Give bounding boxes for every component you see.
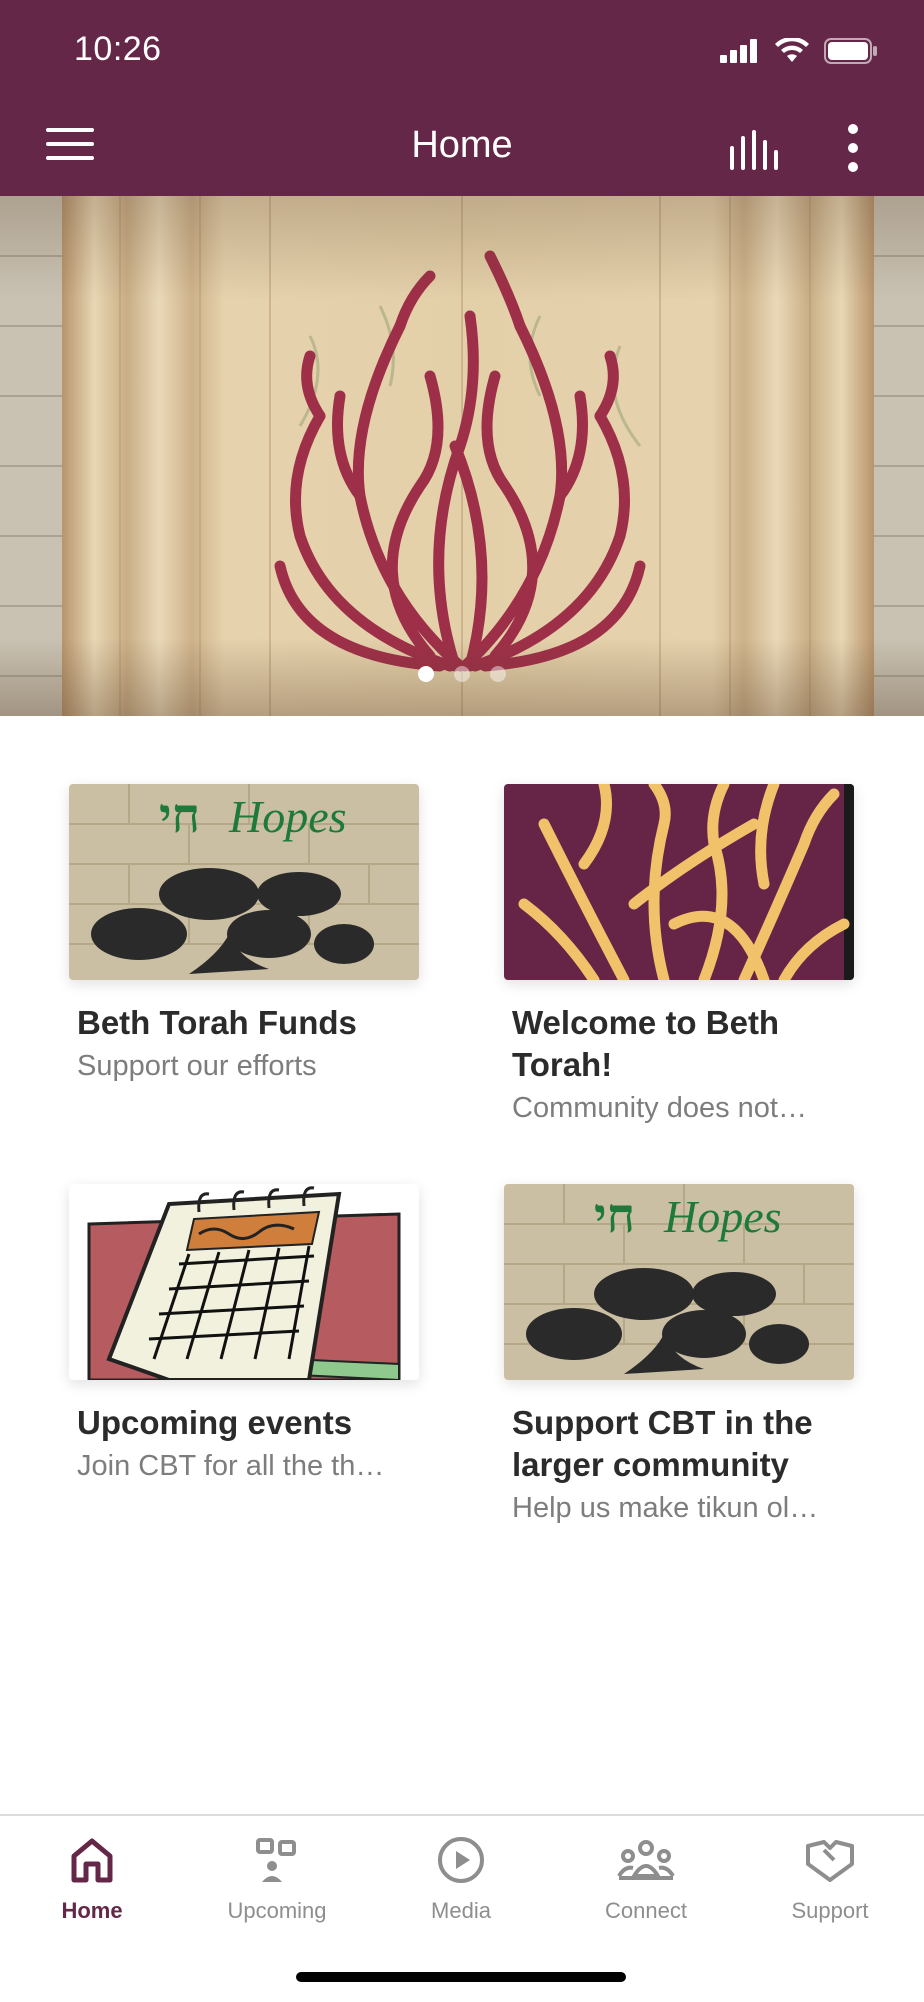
- tab-media[interactable]: Media: [391, 1836, 531, 1924]
- card-image: [504, 784, 854, 980]
- play-circle-icon: [438, 1837, 484, 1883]
- card-subtitle: Support our efforts: [77, 1050, 317, 1082]
- tab-home[interactable]: Home: [22, 1836, 162, 1924]
- carousel-dot-2[interactable]: [454, 666, 470, 682]
- stats-button[interactable]: [726, 130, 782, 170]
- chai-logo-text: Hopes: [228, 791, 347, 842]
- card-image: [69, 1184, 419, 1380]
- card-title: Beth Torah Funds: [77, 1004, 357, 1041]
- ark-curtain-image: [0, 196, 924, 716]
- carousel-indicator: [0, 666, 924, 682]
- card-title: Welcome to Beth Torah!: [512, 1004, 780, 1083]
- app-header: 10:26 Home: [0, 0, 924, 196]
- tab-label: Upcoming: [227, 1898, 327, 1923]
- tab-support[interactable]: Support: [760, 1836, 900, 1924]
- carousel-dot-1[interactable]: [418, 666, 434, 682]
- equalizer-icon: [730, 130, 778, 170]
- svg-text:חי: חי: [159, 790, 200, 843]
- tab-upcoming[interactable]: Upcoming: [207, 1836, 347, 1924]
- more-options-button[interactable]: [842, 124, 864, 172]
- tab-label: Support: [791, 1898, 869, 1923]
- hero-carousel[interactable]: [0, 196, 924, 716]
- card-image: חי Hopes: [69, 784, 419, 980]
- card-upcoming-events[interactable]: Upcoming events Join CBT for all the th…: [69, 1184, 421, 1486]
- calendar-clipart-image: [69, 1184, 419, 1380]
- chai-hopes-logo-image: חי Hopes: [504, 1184, 854, 1380]
- card-subtitle: Help us make tikun ol…: [512, 1492, 819, 1524]
- handshake-icon: [806, 1840, 854, 1882]
- home-indicator: [296, 1972, 626, 1982]
- card-title: Support CBT in the larger community: [512, 1404, 813, 1483]
- chai-logo-text: Hopes: [663, 1191, 782, 1242]
- chai-hopes-logo-image: חי Hopes: [69, 784, 419, 980]
- card-welcome[interactable]: Welcome to Beth Torah! Community does no…: [504, 784, 856, 1128]
- status-icons: [720, 36, 878, 66]
- vertical-dots-icon: [848, 124, 858, 172]
- status-time: 10:26: [74, 30, 162, 68]
- card-beth-torah-funds[interactable]: חי Hopes Beth Torah Funds Support our ef…: [69, 784, 421, 1086]
- card-subtitle: Join CBT for all the th…: [77, 1450, 385, 1482]
- card-subtitle: Community does not…: [512, 1092, 807, 1124]
- battery-icon: [824, 38, 877, 64]
- upcoming-icon: [256, 1838, 296, 1882]
- people-icon: [617, 1840, 675, 1880]
- cellular-signal-icon: [720, 39, 757, 63]
- tab-label: Connect: [605, 1898, 687, 1923]
- card-support-community[interactable]: חי Hopes Support CBT in the larger commu…: [504, 1184, 856, 1528]
- tab-label: Media: [431, 1898, 491, 1923]
- card-image: חי Hopes: [504, 1184, 854, 1380]
- carousel-dot-3[interactable]: [490, 666, 506, 682]
- svg-text:חי: חי: [594, 1190, 635, 1243]
- tab-connect[interactable]: Connect: [576, 1836, 716, 1924]
- wifi-icon: [775, 38, 809, 62]
- page-title: Home: [411, 124, 513, 166]
- burning-bush-art-image: [504, 784, 854, 980]
- tab-label: Home: [61, 1898, 123, 1923]
- card-title: Upcoming events: [77, 1404, 353, 1441]
- home-icon: [71, 1838, 113, 1883]
